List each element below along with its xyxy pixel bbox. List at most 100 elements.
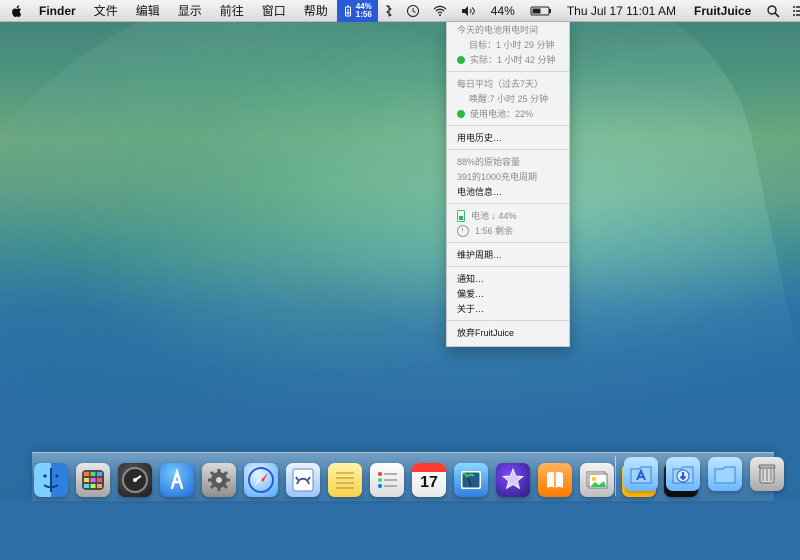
dashboard-icon[interactable] [118, 463, 152, 497]
menu-view[interactable]: 显示 [169, 0, 211, 22]
menu-separator [447, 320, 569, 321]
time-remaining: 1:56 剩余 [475, 226, 514, 236]
speaker-icon [461, 5, 475, 16]
menu-help[interactable]: 帮助 [295, 0, 337, 22]
app-store-icon[interactable] [160, 463, 194, 497]
app-menu-finder[interactable]: Finder [30, 0, 85, 22]
menu-file[interactable]: 文件 [85, 0, 127, 22]
clock-mini-icon [457, 224, 469, 237]
target-usage: 目标：1 小时 29 分钟 [469, 40, 555, 50]
folder-a-icon [630, 466, 652, 484]
battery-status-text: 电池 ↓ 44% [471, 211, 517, 221]
trash-icon[interactable] [750, 457, 784, 491]
battery-mini-icon [457, 209, 465, 222]
battery-status[interactable] [524, 0, 558, 22]
app-store-a-icon [170, 467, 184, 490]
dock-icons: 17 [34, 457, 698, 497]
star-icon [501, 467, 525, 490]
battery-down-icon [344, 5, 351, 16]
checklist-icon [378, 472, 397, 488]
battery-status-row: 电池 ↓ 44% [447, 208, 569, 223]
menu-item-battery-info[interactable]: 电池信息… [447, 184, 569, 199]
ok-status-icon [457, 55, 465, 64]
spotlight-status[interactable] [760, 0, 786, 22]
launchpad-grid-icon [82, 470, 104, 490]
actual-usage-row: 实际：1 小时 42 分钟 [447, 52, 569, 67]
time-machine-status[interactable] [400, 0, 426, 22]
imovie-icon[interactable] [496, 463, 530, 497]
fruitjuice-status-time: 1:56 [355, 9, 372, 19]
wifi-icon [433, 5, 447, 16]
compass-icon [248, 467, 274, 493]
documents-folder-icon[interactable] [708, 457, 742, 491]
menu-item-quit[interactable]: 放弃FruitJuice [447, 325, 569, 340]
battery-percent[interactable]: 44% [482, 0, 524, 22]
capacity: 88%的原始容量 [457, 157, 521, 167]
menu-bar-right: 44% 1:56 44% Thu Jul 17 11:01 AM FruitJu… [336, 0, 800, 22]
launchpad-icon[interactable] [76, 463, 110, 497]
mail-icon[interactable] [286, 463, 320, 497]
apple-icon[interactable] [10, 4, 24, 18]
menu-separator [447, 242, 569, 243]
wifi-status[interactable] [426, 0, 454, 22]
notepad-lines-icon [336, 472, 354, 489]
gear-icon [208, 469, 230, 491]
ok-status-icon [457, 109, 465, 118]
folder-download-icon [672, 466, 694, 484]
calendar-header [412, 463, 446, 472]
menu-item-notifications[interactable]: 通知… [447, 271, 569, 286]
menu-separator [447, 71, 569, 72]
bluetooth-status[interactable] [378, 0, 400, 22]
daily-average-header: 每日平均（过去7天） [457, 79, 544, 89]
preview-icon[interactable] [580, 463, 614, 497]
dock-folders [624, 457, 784, 491]
iphoto-icon[interactable] [454, 463, 488, 497]
finder-face-icon [43, 468, 59, 492]
ibooks-icon[interactable] [538, 463, 572, 497]
battery-used: 使用电池：22% [470, 109, 534, 119]
bluetooth-icon [385, 5, 392, 17]
fruitjuice-status-item[interactable]: 44% 1:56 [336, 0, 378, 22]
safari-icon[interactable] [244, 463, 278, 497]
menu-separator [447, 125, 569, 126]
applications-folder-icon[interactable] [624, 457, 658, 491]
menu-go[interactable]: 前往 [211, 0, 253, 22]
battery-icon [530, 6, 551, 15]
menu-bar: Finder 文件 编辑 显示 前往 窗口 帮助 44% 1:56 44% Th… [0, 0, 800, 22]
gauge-icon [122, 467, 148, 493]
calendar-icon[interactable]: 17 [412, 463, 446, 497]
search-icon [767, 4, 780, 18]
menu-item-about[interactable]: 关于… [447, 301, 569, 316]
downloads-folder-icon[interactable] [666, 457, 700, 491]
awake-time: 唤醒:7 小时 25 分钟 [469, 94, 549, 104]
menu-item-history[interactable]: 用电历史… [447, 130, 569, 145]
time-machine-icon [406, 4, 419, 17]
menu-separator [447, 266, 569, 267]
menu-separator [447, 149, 569, 150]
eagle-stamp-icon [292, 468, 314, 492]
book-icon [547, 471, 563, 488]
today-usage-header: 今天的电池用电时间 [457, 25, 539, 35]
battery-used-row: 使用电池：22% [447, 106, 569, 121]
fruitjuice-status-text: 44% 1:56 [355, 2, 372, 19]
finder-icon[interactable] [34, 463, 68, 497]
menu-window[interactable]: 窗口 [253, 0, 295, 22]
notes-icon[interactable] [328, 463, 362, 497]
menu-separator [447, 203, 569, 204]
reminders-icon[interactable] [370, 463, 404, 497]
palm-tree-icon [461, 471, 481, 489]
menu-bar-left: Finder 文件 编辑 显示 前往 窗口 帮助 [0, 0, 337, 22]
menu-edit[interactable]: 编辑 [127, 0, 169, 22]
volume-status[interactable] [454, 0, 482, 22]
notifications-status[interactable] [786, 0, 800, 22]
actual-usage: 实际：1 小时 42 分钟 [470, 55, 556, 65]
system-preferences-icon[interactable] [202, 463, 236, 497]
clock[interactable]: Thu Jul 17 11:01 AM [558, 0, 685, 22]
time-remaining-row: 1:56 剩余 [447, 223, 569, 238]
fruitjuice-label[interactable]: FruitJuice [685, 0, 760, 22]
menu-item-maintenance[interactable]: 维护周期… [447, 247, 569, 262]
folder-icon [714, 466, 736, 484]
menu-item-preferences[interactable]: 偏爱… [447, 286, 569, 301]
list-icon [793, 5, 800, 16]
photos-stack-icon [586, 471, 608, 489]
